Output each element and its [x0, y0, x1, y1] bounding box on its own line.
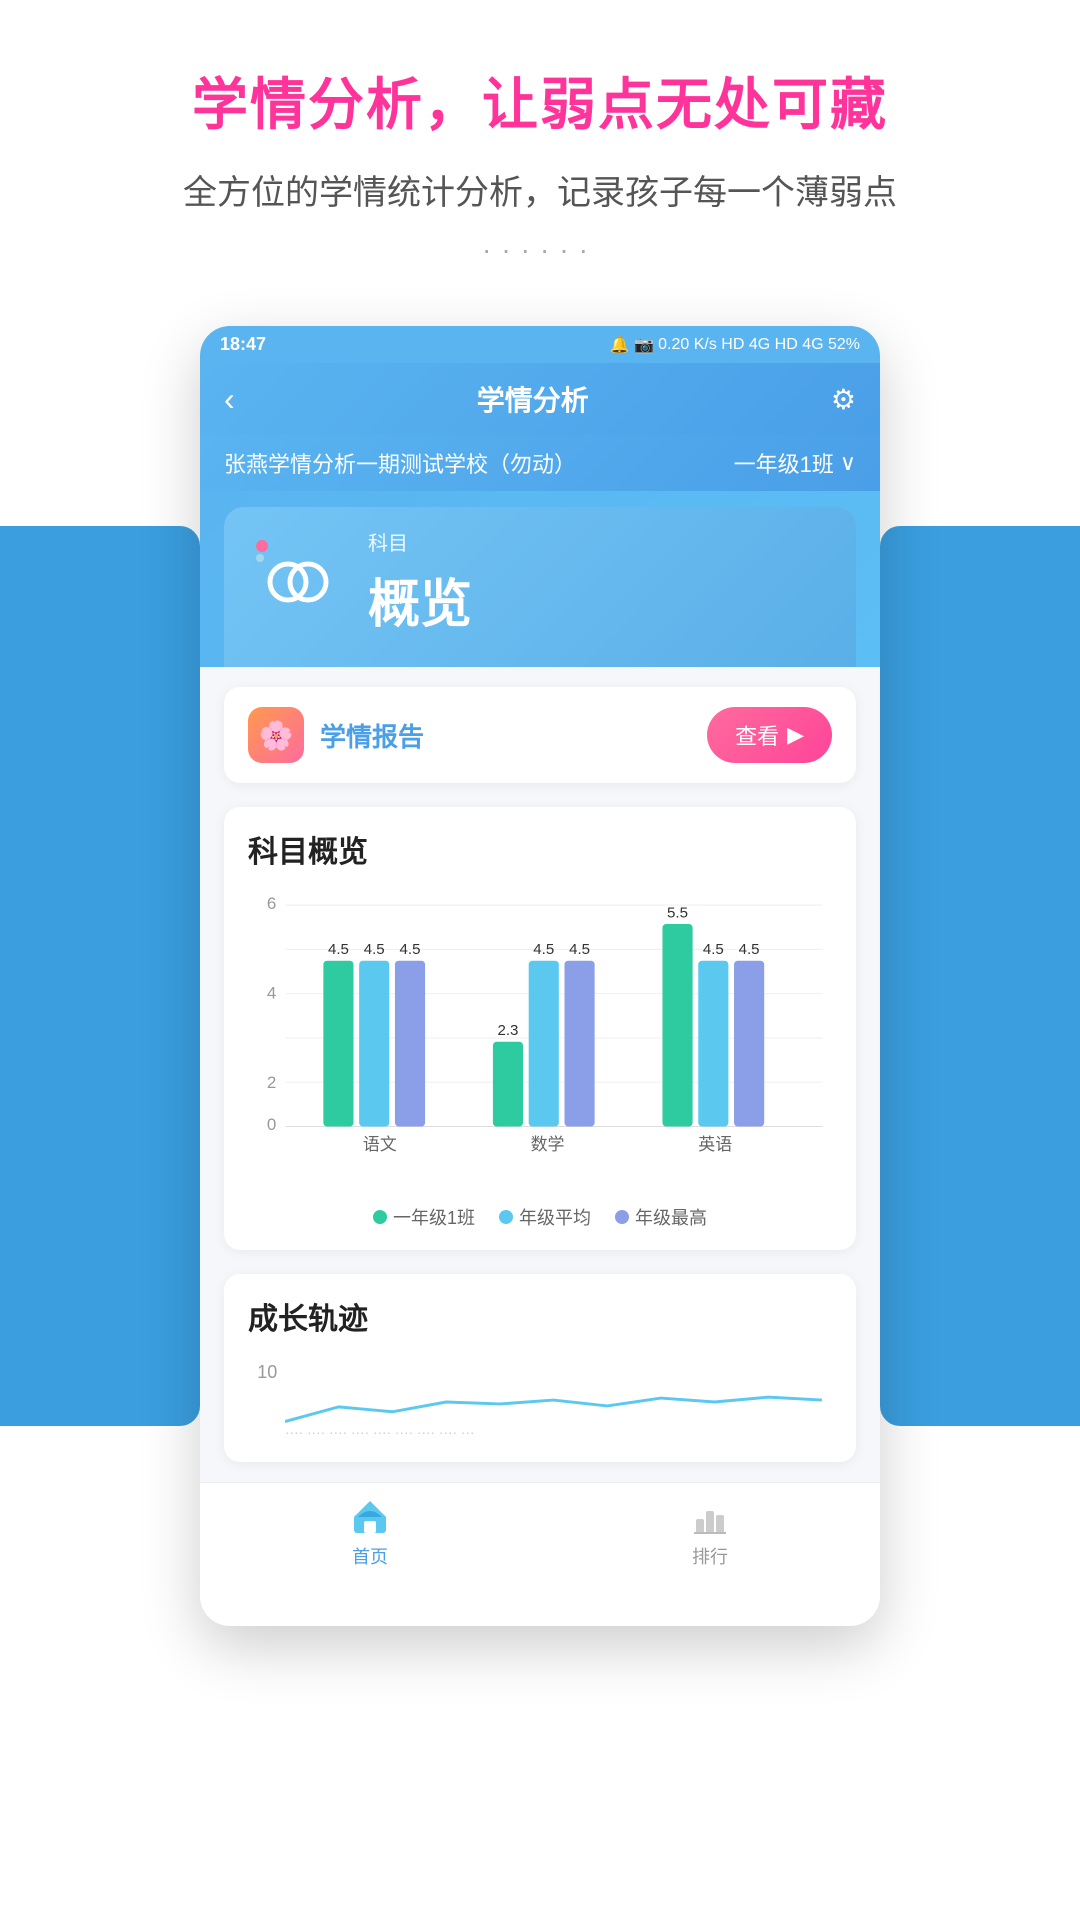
nav-ranking[interactable]: 排行 — [688, 1495, 732, 1569]
svg-text:4.5: 4.5 — [533, 941, 554, 958]
sub-title: 全方位的学情统计分析，记录孩子每一个薄弱点 — [40, 165, 1040, 214]
report-card: 🌸 学情报告 查看 ▶ — [224, 687, 856, 783]
subject-icon — [258, 542, 338, 622]
svg-text:英语: 英语 — [698, 1135, 732, 1154]
overview-tab-card[interactable]: 科目 概览 — [224, 507, 856, 667]
main-title: 学情分析，让弱点无处可藏 — [40, 60, 1040, 141]
growth-title: 成长轨迹 — [248, 1294, 832, 1338]
chart-legend: 一年级1班 年级平均 年级最高 — [248, 1204, 832, 1230]
bg-blue-left — [0, 526, 200, 1426]
growth-chart: ···· ···· ···· ···· ···· ···· ···· ···· … — [285, 1362, 832, 1442]
dot-blue — [256, 554, 264, 562]
svg-text:语文: 语文 — [363, 1135, 397, 1154]
legend-class1: 一年级1班 — [373, 1204, 475, 1230]
dots-decoration: ······ — [40, 234, 1040, 266]
svg-text:4: 4 — [267, 983, 276, 1002]
chart-section: 科目概览 6 4 2 0 — [224, 807, 856, 1250]
tab-small-label: 科目 — [368, 527, 472, 556]
svg-text:4.5: 4.5 — [569, 941, 590, 958]
arrow-right-icon: ▶ — [787, 722, 804, 748]
legend-avg-label: 年级平均 — [519, 1204, 591, 1230]
ranking-label: 排行 — [692, 1543, 728, 1569]
svg-text:4.5: 4.5 — [328, 941, 349, 958]
growth-section: 成长轨迹 10 ···· ···· ···· ···· ···· ···· ··… — [224, 1274, 856, 1462]
growth-y-max: 10 — [248, 1362, 277, 1383]
svg-text:数学: 数学 — [531, 1135, 565, 1154]
nav-home[interactable]: 首页 — [348, 1495, 392, 1569]
bar-chart: 6 4 2 0 4.5 4.5 4.5 — [248, 887, 832, 1187]
report-left: 🌸 学情报告 — [248, 707, 424, 763]
gear-icon[interactable]: ⚙ — [831, 383, 856, 416]
view-btn-label: 查看 — [735, 719, 779, 751]
status-signal: 🔔 📷 0.20 K/s HD 4G HD 4G 52% — [610, 335, 860, 355]
school-bar: 张燕学情分析一期测试学校（勿动） 一年级1班 ∨ — [200, 435, 880, 491]
status-icons: 🔔 📷 — [610, 335, 654, 355]
home-icon — [348, 1495, 392, 1539]
class-select[interactable]: 一年级1班 ∨ — [734, 447, 856, 479]
status-bar: 18:47 🔔 📷 0.20 K/s HD 4G HD 4G 52% — [200, 326, 880, 363]
home-label: 首页 — [352, 1543, 388, 1569]
tab-area: 科目 概览 — [200, 491, 880, 667]
phone-wrapper: 18:47 🔔 📷 0.20 K/s HD 4G HD 4G 52% ‹ 学情分… — [0, 326, 1080, 1626]
tab-labels: 科目 概览 — [368, 527, 472, 637]
legend-class1-label: 一年级1班 — [393, 1204, 475, 1230]
report-label: 学情报告 — [320, 717, 424, 754]
tab-big-label: 概览 — [368, 562, 472, 637]
svg-text:6: 6 — [267, 894, 276, 913]
back-button[interactable]: ‹ — [224, 381, 235, 418]
school-name: 张燕学情分析一期测试学校（勿动） — [224, 447, 576, 479]
header-title: 学情分析 — [477, 379, 589, 419]
svg-text:4.5: 4.5 — [703, 941, 724, 958]
dot-pink — [256, 540, 268, 552]
view-report-button[interactable]: 查看 ▶ — [707, 707, 832, 763]
signal-info: 0.20 K/s HD 4G HD 4G 52% — [658, 336, 860, 354]
svg-text:0: 0 — [267, 1115, 276, 1134]
class-name: 一年级1班 — [734, 447, 834, 479]
svg-text:2: 2 — [267, 1073, 276, 1092]
report-flower-icon: 🌸 — [259, 719, 294, 752]
bg-blue-right — [880, 526, 1080, 1426]
ranking-icon — [688, 1495, 732, 1539]
legend-max: 年级最高 — [615, 1204, 707, 1230]
legend-avg: 年级平均 — [499, 1204, 591, 1230]
svg-text:4.5: 4.5 — [400, 941, 421, 958]
legend-dot-class1 — [373, 1210, 387, 1224]
status-time: 18:47 — [220, 334, 266, 355]
app-header: ‹ 学情分析 ⚙ — [200, 363, 880, 435]
content-area: 🌸 学情报告 查看 ▶ 科目概览 — [200, 667, 880, 1482]
tab-icon-area — [248, 532, 348, 632]
legend-max-label: 年级最高 — [635, 1204, 707, 1230]
svg-text:2.3: 2.3 — [497, 1022, 518, 1039]
svg-text:···· ···· ···· ···· ···· ····: ···· ···· ···· ···· ···· ···· ···· ···· … — [285, 1425, 475, 1440]
legend-dot-avg — [499, 1210, 513, 1224]
chart-title: 科目概览 — [248, 827, 832, 871]
phone-mockup: 18:47 🔔 📷 0.20 K/s HD 4G HD 4G 52% ‹ 学情分… — [200, 326, 880, 1626]
legend-dot-max — [615, 1210, 629, 1224]
svg-text:4.5: 4.5 — [364, 941, 385, 958]
svg-text:5.5: 5.5 — [667, 904, 688, 921]
dropdown-icon: ∨ — [840, 450, 856, 476]
report-icon: 🌸 — [248, 707, 304, 763]
svg-text:4.5: 4.5 — [739, 941, 760, 958]
top-section: 学情分析，让弱点无处可藏 全方位的学情统计分析，记录孩子每一个薄弱点 ·····… — [0, 0, 1080, 326]
bottom-nav: 首页 排行 — [200, 1482, 880, 1585]
